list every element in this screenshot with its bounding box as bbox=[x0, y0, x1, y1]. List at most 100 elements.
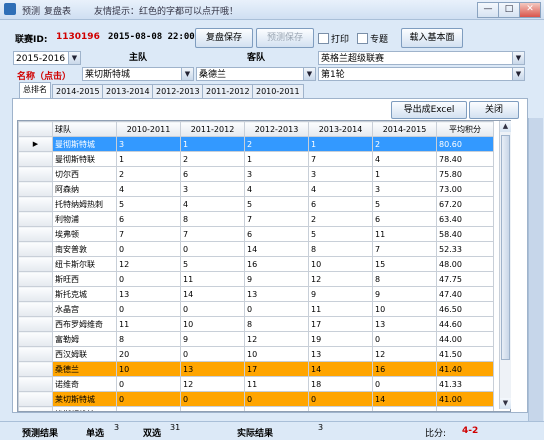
export-excel-button[interactable]: 导出成Excel bbox=[391, 101, 467, 119]
table-row[interactable]: 斯托克城 13 14 13 9 9 47.40 bbox=[18, 286, 494, 302]
column-header[interactable]: 2011-2012 bbox=[180, 121, 245, 137]
table-row[interactable]: 纽卡斯尔联 12 5 16 10 15 48.00 bbox=[18, 256, 494, 272]
home-team-select[interactable]: 莱切斯特城 ▼ bbox=[82, 67, 194, 81]
chevron-down-icon[interactable]: ▼ bbox=[512, 52, 524, 64]
table-cell: 2 bbox=[116, 166, 181, 182]
tab-2014-2015[interactable]: 2014-2015 bbox=[52, 84, 104, 99]
table-cell: 20 bbox=[116, 346, 181, 362]
row-indicator[interactable] bbox=[18, 331, 53, 347]
table-row[interactable]: 斯旺西 0 11 9 12 8 47.75 bbox=[18, 271, 494, 287]
row-indicator[interactable] bbox=[18, 361, 53, 377]
table-row[interactable]: 桑德兰 10 13 17 14 16 41.40 bbox=[18, 361, 494, 377]
table-row[interactable]: 西布罗姆维奇 11 10 8 17 13 44.60 bbox=[18, 316, 494, 332]
table-row[interactable]: 诺维奇 0 12 11 18 0 41.33 bbox=[18, 376, 494, 392]
column-header[interactable]: 2010-2011 bbox=[116, 121, 181, 137]
table-row[interactable]: 曼彻斯特联 1 2 1 7 4 78.40 bbox=[18, 151, 494, 167]
row-indicator[interactable] bbox=[18, 241, 53, 257]
team-name-cell: 曼彻斯特城 bbox=[52, 136, 117, 152]
scroll-up-icon[interactable]: ▲ bbox=[500, 121, 511, 132]
row-indicator[interactable] bbox=[18, 346, 53, 362]
table-row[interactable]: 水晶宫 0 0 0 11 10 46.50 bbox=[18, 301, 494, 317]
minimize-button[interactable]: — bbox=[477, 2, 499, 18]
team-name-cell: 斯托克城 bbox=[52, 286, 117, 302]
match-id-value[interactable]: 1130196 bbox=[56, 32, 100, 42]
close-panel-button[interactable]: 关闭 bbox=[469, 101, 519, 119]
table-row[interactable]: 南安普敦 0 0 14 8 7 52.33 bbox=[18, 241, 494, 257]
home-team-header: 主队 bbox=[128, 53, 147, 63]
column-header[interactable]: 2012-2013 bbox=[244, 121, 309, 137]
table-cell: 11 bbox=[372, 226, 437, 242]
table-cell: 78.40 bbox=[436, 151, 494, 167]
row-indicator[interactable] bbox=[18, 211, 53, 227]
chevron-down-icon[interactable]: ▼ bbox=[181, 68, 193, 80]
tab-overall-ranking[interactable]: 总排名 bbox=[19, 82, 51, 99]
column-header[interactable]: 球队 bbox=[52, 121, 117, 137]
row-indicator[interactable] bbox=[18, 256, 53, 272]
scroll-thumb[interactable] bbox=[501, 135, 510, 360]
predict-save-button[interactable]: 预测保存 bbox=[256, 28, 314, 48]
table-row[interactable]: 切尔西 2 6 3 3 1 75.80 bbox=[18, 166, 494, 182]
table-cell: 47.40 bbox=[436, 286, 494, 302]
table-row[interactable]: 富勒姆 8 9 12 19 0 44.00 bbox=[18, 331, 494, 347]
chevron-down-icon[interactable]: ▼ bbox=[303, 68, 315, 80]
double-choice-value: 31 bbox=[170, 423, 181, 432]
column-header[interactable]: 2014-2015 bbox=[372, 121, 437, 137]
table-cell: 11 bbox=[180, 271, 245, 287]
scroll-down-icon[interactable]: ▼ bbox=[500, 398, 511, 409]
season-select[interactable]: 2015-2016 ▼ bbox=[13, 51, 81, 65]
column-header[interactable]: 2013-2014 bbox=[308, 121, 373, 137]
row-indicator[interactable] bbox=[18, 196, 53, 212]
team-name-cell: 西汉姆联 bbox=[52, 346, 117, 362]
row-indicator[interactable] bbox=[18, 286, 53, 302]
row-indicator[interactable] bbox=[18, 301, 53, 317]
table-cell: 3 bbox=[180, 181, 245, 197]
tab-2010-2011[interactable]: 2010-2011 bbox=[252, 84, 304, 99]
single-choice-label: 单选 bbox=[86, 429, 105, 439]
column-header[interactable]: 平均积分 bbox=[436, 121, 494, 137]
tab-2011-2012[interactable]: 2011-2012 bbox=[202, 84, 254, 99]
row-indicator[interactable] bbox=[18, 166, 53, 182]
tab-2012-2013[interactable]: 2012-2013 bbox=[152, 84, 204, 99]
predict-result-label: 预测结果 bbox=[22, 429, 59, 439]
maximize-button[interactable]: □ bbox=[498, 2, 520, 18]
row-indicator[interactable] bbox=[18, 226, 53, 242]
tab-predict[interactable]: 预测 bbox=[22, 4, 40, 17]
round-select[interactable]: 第1轮 ▼ bbox=[318, 67, 525, 81]
close-window-button[interactable]: ✕ bbox=[519, 2, 541, 18]
row-indicator[interactable] bbox=[18, 391, 53, 407]
name-click-label[interactable]: 名称（点击） bbox=[17, 69, 71, 82]
row-indicator[interactable] bbox=[18, 181, 53, 197]
chevron-down-icon[interactable]: ▼ bbox=[68, 52, 80, 64]
tab-2013-2014[interactable]: 2013-2014 bbox=[102, 84, 154, 99]
vertical-scrollbar[interactable]: ▲ ▼ bbox=[499, 121, 511, 409]
ranking-grid[interactable]: 球队 2010-2011 2011-2012 2012-2013 2013-20… bbox=[17, 120, 511, 412]
table-cell: 4 bbox=[116, 181, 181, 197]
double-choice-label: 双选 bbox=[143, 429, 162, 439]
team-name-cell: 埃弗顿 bbox=[52, 226, 117, 242]
row-indicator[interactable] bbox=[18, 151, 53, 167]
row-indicator[interactable] bbox=[18, 376, 53, 392]
table-cell: 5 bbox=[116, 196, 181, 212]
table-row[interactable]: 埃斯顿维拉91615151738.40 bbox=[18, 406, 494, 411]
table-row[interactable]: 阿森纳 4 3 4 4 3 73.00 bbox=[18, 181, 494, 197]
topic-checkbox[interactable] bbox=[357, 33, 368, 44]
load-basics-button[interactable]: 载入基本面 bbox=[401, 28, 463, 48]
table-row[interactable]: ▶ 曼彻斯特城 3 1 2 1 2 80.60 bbox=[18, 136, 494, 152]
away-team-select[interactable]: 桑德兰 ▼ bbox=[196, 67, 316, 81]
table-row[interactable]: 利物浦 6 8 7 2 6 63.40 bbox=[18, 211, 494, 227]
review-save-button[interactable]: 复盘保存 bbox=[195, 28, 253, 48]
table-row[interactable]: 西汉姆联 20 0 10 13 12 41.50 bbox=[18, 346, 494, 362]
tab-review-table[interactable]: 复盘表 bbox=[44, 4, 71, 17]
chevron-down-icon[interactable]: ▼ bbox=[512, 68, 524, 80]
table-row[interactable]: 埃弗顿 7 7 6 5 11 58.40 bbox=[18, 226, 494, 242]
table-cell: 13 bbox=[116, 286, 181, 302]
row-indicator[interactable] bbox=[18, 316, 53, 332]
row-indicator[interactable] bbox=[18, 406, 53, 411]
table-row[interactable]: 托特纳姆热刺 5 4 5 6 5 67.20 bbox=[18, 196, 494, 212]
current-row-icon[interactable]: ▶ bbox=[18, 136, 53, 152]
league-select[interactable]: 英格兰超级联赛 ▼ bbox=[318, 51, 525, 65]
row-indicator[interactable] bbox=[18, 271, 53, 287]
print-checkbox[interactable] bbox=[318, 33, 329, 44]
table-cell: 2 bbox=[180, 151, 245, 167]
table-row[interactable]: 莱切斯特城 0 0 0 0 14 41.00 bbox=[18, 391, 494, 407]
